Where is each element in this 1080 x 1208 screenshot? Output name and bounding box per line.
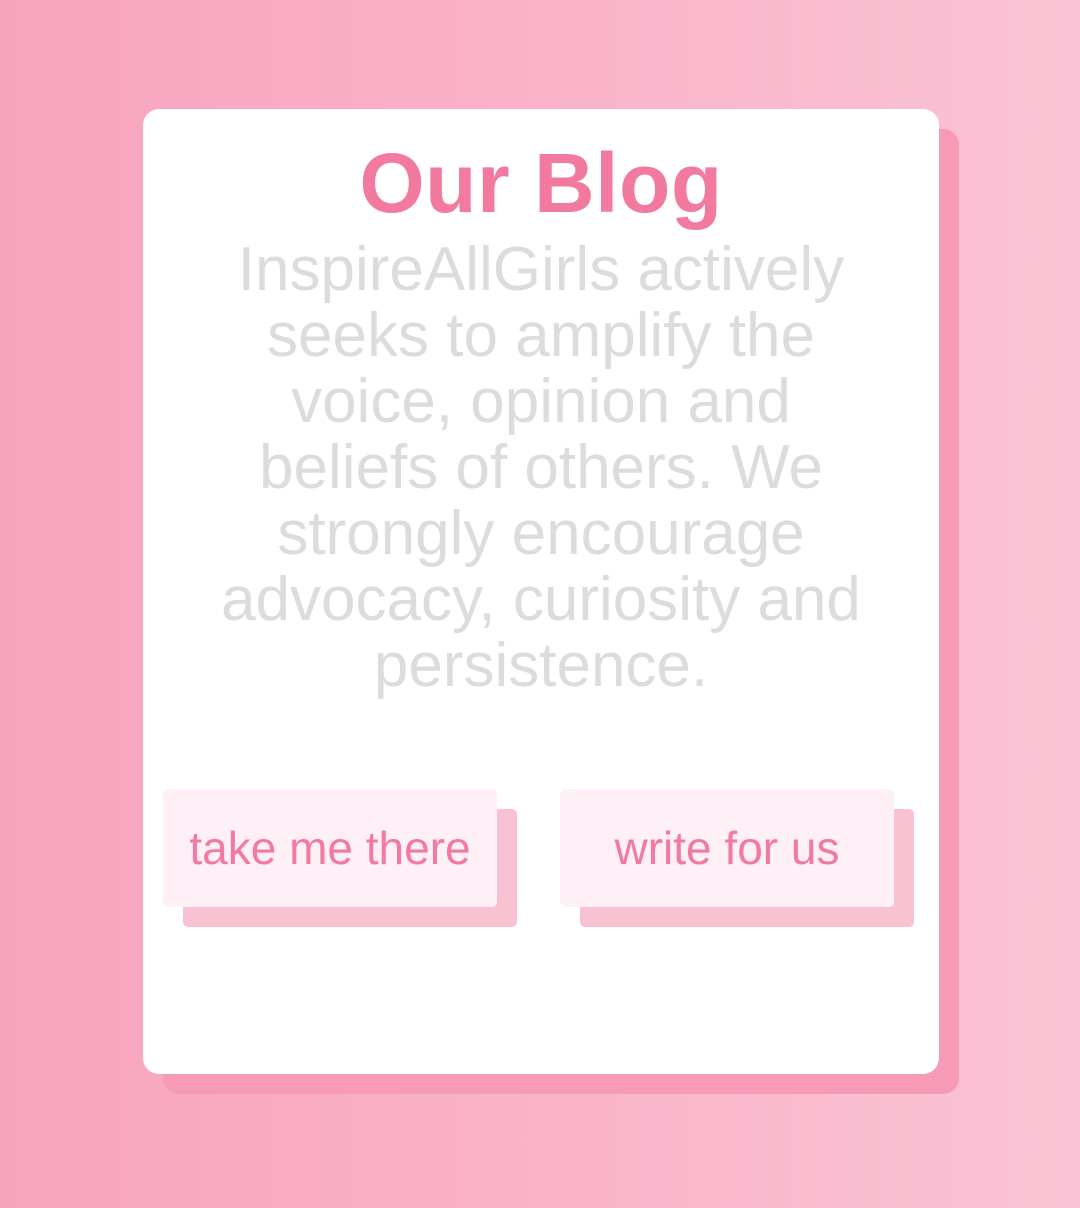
take-me-there-button[interactable]: take me there (163, 789, 497, 907)
write-for-us-button[interactable]: write for us (560, 789, 894, 907)
write-for-us-button-group: write for us (560, 789, 914, 927)
blog-description: InspireAllGirls actively seeks to amplif… (221, 235, 861, 700)
page-title: Our Blog (359, 136, 723, 230)
take-me-there-button-group: take me there (163, 789, 517, 927)
blog-card: Our Blog InspireAllGirls actively seeks … (143, 109, 939, 1074)
